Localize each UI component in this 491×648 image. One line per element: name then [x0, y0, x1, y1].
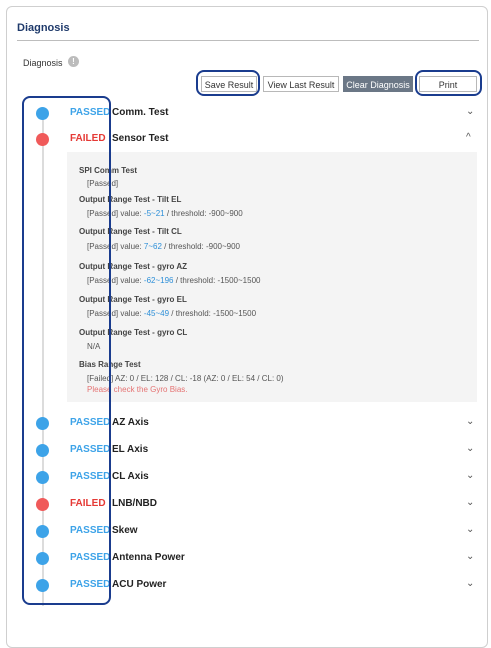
tilt-cl-suffix: / threshold: -900~900: [161, 242, 241, 251]
chevron-down-icon[interactable]: ⌄: [466, 551, 474, 562]
test-name: Antenna Power: [112, 552, 185, 563]
chevron-down-icon[interactable]: ⌄: [466, 524, 474, 535]
gyro-az-suffix: / threshold: -1500~1500: [173, 276, 261, 285]
test-name: ACU Power: [112, 579, 167, 590]
test-name: Comm. Test: [112, 107, 169, 118]
chevron-up-icon[interactable]: ^: [466, 132, 471, 143]
chevron-down-icon[interactable]: ⌄: [466, 470, 474, 481]
print-highlight: [415, 70, 482, 96]
gyro-el-suffix: / threshold: -1500~1500: [169, 309, 257, 318]
view-last-result-button[interactable]: View Last Result: [263, 76, 339, 92]
tilt-cl-value: 7~62: [143, 242, 162, 251]
tilt-el-suffix: / threshold: -900~900: [164, 209, 243, 218]
test-name: EL Axis: [112, 444, 149, 455]
clear-diagnosis-button[interactable]: Clear Diagnosis: [343, 76, 413, 92]
gyro-el-value: -45~49: [143, 309, 170, 318]
page-title: Diagnosis: [17, 22, 70, 34]
chevron-down-icon[interactable]: ⌄: [466, 416, 474, 427]
test-name: AZ Axis: [112, 417, 149, 428]
tilt-el-value: -5~21: [143, 209, 165, 218]
test-name: LNB/NBD: [112, 498, 157, 509]
gyro-el-result: [Passed] value: -45~49 / threshold: -150…: [87, 309, 256, 318]
chevron-down-icon[interactable]: ⌄: [466, 106, 474, 117]
chevron-down-icon[interactable]: ⌄: [466, 443, 474, 454]
title-divider: [17, 40, 479, 41]
test-name: Sensor Test: [112, 133, 169, 144]
test-name: CL Axis: [112, 471, 149, 482]
sensor-test-details: SPI Comm Test [Passed] Output Range Test…: [67, 152, 477, 402]
diagnosis-label: Diagnosis: [23, 58, 63, 68]
info-icon[interactable]: !: [68, 56, 79, 67]
gyro-az-value: -62~196: [143, 276, 174, 285]
bias-range-result: [Failed] AZ: 0 / EL: 128 / CL: -18 (AZ: …: [87, 374, 284, 383]
status-column-highlight: [22, 96, 111, 605]
save-result-highlight: [196, 70, 260, 96]
gyro-az-result: [Passed] value: -62~196 / threshold: -15…: [87, 276, 260, 285]
test-name: Skew: [112, 525, 138, 536]
chevron-down-icon[interactable]: ⌄: [466, 497, 474, 508]
chevron-down-icon[interactable]: ⌄: [466, 578, 474, 589]
